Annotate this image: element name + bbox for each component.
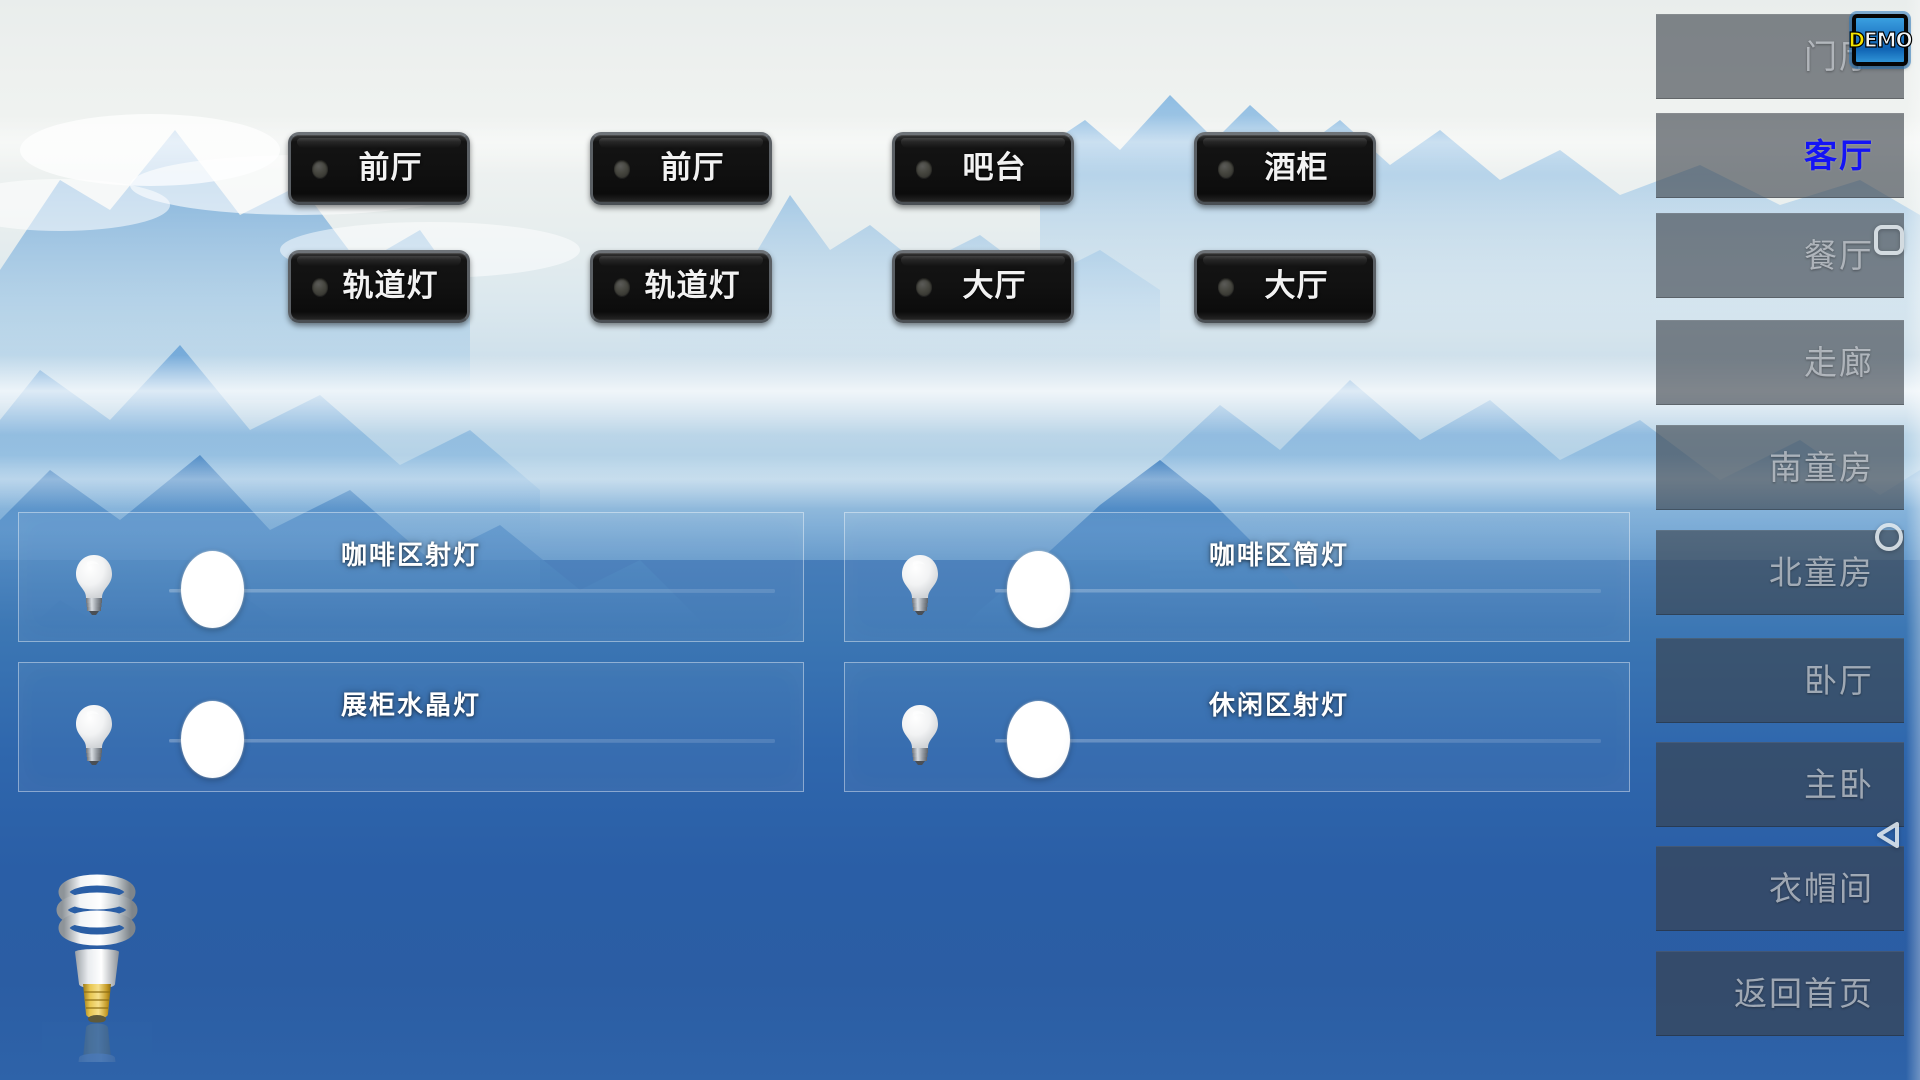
scene-button-label: 轨道灯	[644, 268, 741, 304]
demo-badge[interactable]: DEMO	[1848, 14, 1913, 66]
scene-button-qianting-2[interactable]: 前厅	[590, 132, 772, 205]
dimmer-label: 休闲区射灯	[1208, 691, 1349, 721]
demo-badge-d: D	[1848, 28, 1866, 52]
scene-button-label: 大厅	[1264, 268, 1329, 304]
scene-button-label: 吧台	[962, 150, 1027, 186]
dimmer-panel-zhangui-shuijingdeng[interactable]: 展柜水晶灯	[18, 662, 804, 792]
scene-button-label: 前厅	[358, 150, 423, 186]
scene-button-label: 前厅	[660, 150, 725, 186]
dimmer-label: 咖啡区射灯	[340, 541, 481, 571]
dimmer-slider-thumb[interactable]	[1007, 551, 1070, 628]
sidebar-item-yimaojian[interactable]: 衣帽间	[1656, 846, 1904, 931]
dimmer-label: 展柜水晶灯	[340, 691, 481, 721]
led-indicator-icon	[1218, 277, 1234, 296]
scene-button-jiugui[interactable]: 酒柜	[1194, 132, 1376, 205]
dimmer-panel-kafeiqu-tongdeng[interactable]: 咖啡区筒灯	[844, 512, 1630, 642]
led-indicator-icon	[916, 277, 932, 296]
led-indicator-icon	[916, 159, 932, 178]
scene-button-label: 大厅	[962, 268, 1027, 304]
scene-button-batai[interactable]: 吧台	[892, 132, 1074, 205]
sidebar-item-beitongfang[interactable]: 北童房	[1656, 530, 1904, 615]
dimmer-slider-track[interactable]	[995, 739, 1601, 742]
sidebar-item-label: 南童房	[1769, 448, 1874, 487]
led-indicator-icon	[614, 159, 630, 178]
scene-button-guidaodeng-1[interactable]: 轨道灯	[288, 250, 470, 323]
scene-button-guidaodeng-2[interactable]: 轨道灯	[590, 250, 772, 323]
recents-square-icon[interactable]	[1872, 223, 1906, 257]
sidebar-item-return-home[interactable]: 返回首页	[1656, 951, 1904, 1036]
sidebar-item-label: 主卧	[1804, 765, 1874, 804]
dimmer-slider-track[interactable]	[995, 589, 1601, 592]
scene-button-dating-2[interactable]: 大厅	[1194, 250, 1376, 323]
light-bulb-icon	[902, 555, 938, 615]
sidebar-item-nantongfang[interactable]: 南童房	[1656, 425, 1904, 510]
dimmer-slider-track[interactable]	[169, 739, 775, 742]
sidebar-item-woting[interactable]: 卧厅	[1656, 638, 1904, 723]
led-indicator-icon	[614, 277, 630, 296]
sidebar-item-label: 返回首页	[1734, 974, 1874, 1013]
dimmer-panel-kafeiqu-shedeng[interactable]: 咖啡区射灯	[18, 512, 804, 642]
sidebar-item-label: 衣帽间	[1769, 869, 1874, 908]
light-bulb-icon	[902, 705, 938, 765]
scene-button-label: 酒柜	[1264, 150, 1329, 186]
dimmer-slider-thumb[interactable]	[181, 701, 244, 778]
scene-button-label: 轨道灯	[342, 268, 439, 304]
demo-badge-emo: EMO	[1863, 28, 1913, 52]
demo-badge-text: DEMO	[1848, 28, 1913, 52]
sidebar-item-label: 走廊	[1804, 343, 1874, 382]
sidebar-item-label: 客厅	[1804, 136, 1874, 175]
scene-button-dating-1[interactable]: 大厅	[892, 250, 1074, 323]
home-circle-icon[interactable]	[1872, 520, 1906, 554]
back-triangle-icon[interactable]	[1872, 818, 1906, 852]
sidebar-item-label: 餐厅	[1804, 236, 1874, 275]
dimmer-slider-thumb[interactable]	[181, 551, 244, 628]
led-indicator-icon	[1218, 159, 1234, 178]
dimmer-panel-grid: 咖啡区射灯 咖啡区筒灯 展柜水晶灯 休闲区射灯	[18, 512, 1630, 792]
lighting-control-screen: 前厅 前厅 吧台 酒柜 轨道灯 轨道灯 大厅 大厅 咖啡区射灯 咖啡区筒灯 展柜…	[0, 0, 1920, 1080]
light-bulb-icon	[76, 555, 112, 615]
led-indicator-icon	[312, 277, 328, 296]
sidebar-item-zoulang[interactable]: 走廊	[1656, 320, 1904, 405]
scene-button-qianting-1[interactable]: 前厅	[288, 132, 470, 205]
cfl-spiral-bulb-icon	[42, 874, 152, 1062]
sidebar-item-label: 北童房	[1769, 553, 1874, 592]
light-bulb-icon	[76, 705, 112, 765]
sidebar-item-zhuwo[interactable]: 主卧	[1656, 742, 1904, 827]
led-indicator-icon	[312, 159, 328, 178]
dimmer-slider-thumb[interactable]	[1007, 701, 1070, 778]
dimmer-label: 咖啡区筒灯	[1208, 541, 1349, 571]
dimmer-panel-xiuxianqu-shedeng[interactable]: 休闲区射灯	[844, 662, 1630, 792]
sidebar-item-canting[interactable]: 餐厅	[1656, 213, 1904, 298]
dimmer-slider-track[interactable]	[169, 589, 775, 592]
sidebar-item-keting[interactable]: 客厅	[1656, 113, 1904, 198]
scene-button-grid: 前厅 前厅 吧台 酒柜 轨道灯 轨道灯 大厅 大厅	[288, 132, 1388, 323]
sidebar-item-label: 卧厅	[1804, 661, 1874, 700]
